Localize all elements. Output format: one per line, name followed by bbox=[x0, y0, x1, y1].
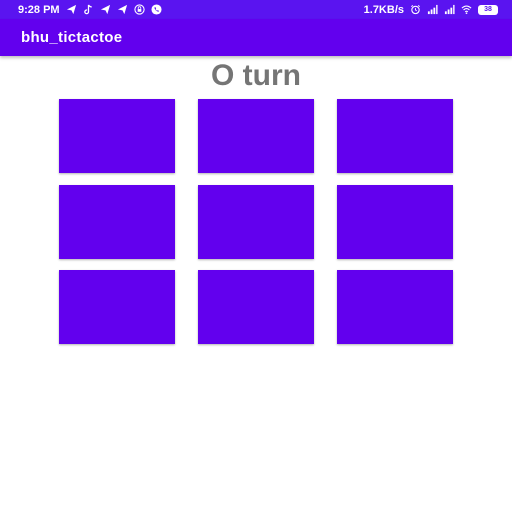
lock-icon bbox=[133, 4, 145, 15]
phone-icon bbox=[151, 4, 162, 15]
status-bar: 9:28 PM 1.7KB/s 38 bbox=[0, 0, 512, 19]
board-cell-r1-c1[interactable] bbox=[59, 99, 175, 173]
signal-icon bbox=[427, 4, 438, 15]
telegram-icon bbox=[66, 4, 77, 15]
telegram-icon bbox=[100, 4, 111, 15]
status-bar-left: 9:28 PM bbox=[18, 4, 162, 16]
app-title: bhu_tictactoe bbox=[21, 29, 123, 46]
network-speed: 1.7KB/s bbox=[363, 3, 404, 16]
status-bar-right: 1.7KB/s 38 bbox=[364, 4, 498, 16]
tiktok-icon bbox=[83, 4, 94, 15]
board-cell-r3-c1[interactable] bbox=[59, 270, 175, 344]
tictactoe-board bbox=[59, 99, 453, 344]
signal-icon bbox=[444, 4, 455, 15]
board-cell-r3-c2[interactable] bbox=[198, 270, 314, 344]
battery-icon: 38 bbox=[478, 4, 498, 15]
board-cell-r1-c3[interactable] bbox=[337, 99, 453, 173]
telegram-icon bbox=[117, 4, 128, 15]
board-cell-r2-c2[interactable] bbox=[198, 185, 314, 259]
board-cell-r3-c3[interactable] bbox=[337, 270, 453, 344]
app-bar: bhu_tictactoe bbox=[0, 19, 512, 56]
battery-level: 38 bbox=[484, 6, 492, 13]
wifi-icon bbox=[461, 4, 472, 15]
board-cell-r2-c3[interactable] bbox=[337, 185, 453, 259]
alarm-icon bbox=[410, 4, 421, 15]
board-cell-r1-c2[interactable] bbox=[198, 99, 314, 173]
app-screen: 9:28 PM 1.7KB/s 38 bhu_tictactoe O turn bbox=[0, 0, 512, 512]
status-time: 9:28 PM bbox=[18, 3, 60, 16]
turn-indicator: O turn bbox=[211, 59, 301, 92]
board-cell-r2-c1[interactable] bbox=[59, 185, 175, 259]
